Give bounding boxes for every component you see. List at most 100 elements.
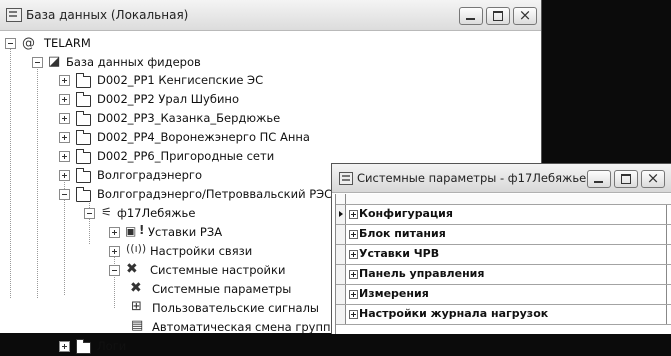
sub-window-title: Системные параметры - ф17Лебяжье [357, 171, 587, 185]
expand-icon[interactable] [59, 113, 70, 124]
tree-node-system-params[interactable]: ✖ Системные параметры [0, 280, 330, 299]
row-label: Блок питания [359, 227, 446, 240]
row-label: Измерения [359, 287, 429, 300]
expand-icon[interactable] [349, 230, 358, 239]
tree-label: D002_PP2 Урал Шубино [97, 92, 239, 106]
grid-row[interactable]: Панель управления [336, 265, 671, 285]
folder-icon [76, 187, 91, 202]
row-selector[interactable] [336, 265, 346, 284]
folder-icon [76, 149, 91, 164]
tree-node-child[interactable]: ((ı)) Настройки связи [0, 242, 330, 261]
collapse-icon[interactable] [59, 189, 70, 200]
tree-label: TELARM [44, 36, 91, 50]
tools-icon: ✖ [130, 280, 142, 296]
feeder-icon: ⚟ [101, 205, 112, 219]
window-controls [459, 6, 537, 25]
row-selector[interactable] [336, 225, 346, 244]
window-title: База данных (Локальная) [26, 8, 189, 22]
expand-icon[interactable] [59, 170, 70, 181]
tree-label: ф17Лебяжье [117, 206, 196, 220]
tree-node-feeder[interactable]: D002_PP1 Кенгисепские ЭС [0, 71, 330, 90]
minimize-button[interactable] [459, 7, 483, 25]
expand-icon[interactable] [349, 310, 358, 319]
expand-icon[interactable] [59, 341, 70, 352]
row-selector[interactable] [336, 285, 346, 304]
tree-label: Системные настройки [150, 263, 286, 277]
expand-icon[interactable] [59, 94, 70, 105]
collapse-icon[interactable] [84, 208, 95, 219]
tree-node-feeder[interactable]: D002_PP6_Пригородные сети [0, 147, 330, 166]
expand-icon[interactable] [349, 250, 358, 259]
settings-rza-icon: ▣ [125, 224, 137, 238]
tree-node-feeder[interactable]: D002_PP3_Казанка_Бердюжье [0, 109, 330, 128]
sub-window-controls [587, 169, 665, 188]
expand-icon[interactable] [109, 246, 120, 257]
row-selector[interactable] [336, 305, 346, 324]
collapse-icon[interactable] [109, 265, 120, 276]
folder-icon [76, 168, 91, 183]
row-selector[interactable] [336, 245, 346, 264]
tree-label: База данных фидеров [66, 55, 201, 69]
tree-label: Автоматическая смена групп РЗА [152, 320, 357, 334]
tree-node-root[interactable]: @ TELARM [0, 34, 300, 53]
close-button[interactable] [513, 6, 537, 25]
expand-icon[interactable] [349, 290, 358, 299]
row-label: Панель управления [359, 267, 485, 280]
grid-row[interactable]: Настройки журнала нагрузок [336, 305, 671, 325]
database-icon: ◪ [48, 54, 61, 69]
expand-icon[interactable] [59, 151, 70, 162]
tree-label: D002_PP6_Пригородные сети [97, 149, 275, 163]
telarm-icon: @ [22, 36, 35, 51]
expand-icon[interactable] [349, 210, 358, 219]
tree-label: Логи [97, 339, 127, 353]
expand-icon[interactable] [109, 227, 120, 238]
folder-icon [76, 92, 91, 107]
close-button[interactable] [641, 169, 665, 188]
tree-node-child[interactable]: ▣ ! Уставки РЗА [0, 223, 330, 242]
tree-label: Волгоградэнерго/Петроввальский РЭС [97, 187, 333, 201]
tree-node-feeder[interactable]: Волгоградэнерго [0, 166, 330, 185]
tree-node-logs[interactable]: Логи [0, 337, 200, 356]
expand-icon[interactable] [349, 270, 358, 279]
folder-icon [76, 130, 91, 145]
database-window-icon [6, 8, 22, 22]
grid-row[interactable]: Конфигурация [336, 204, 671, 225]
tree-node-feeder[interactable]: D002_PP2 Урал Шубино [0, 90, 330, 109]
expand-icon[interactable] [59, 75, 70, 86]
tree-label: Настройки связи [150, 244, 253, 258]
warning-icon: ! [139, 223, 145, 237]
row-label: Конфигурация [359, 207, 453, 220]
tree-node-auto-switch[interactable]: ▤ Автоматическая смена групп РЗА [0, 318, 356, 337]
signals-icon: ⊞ [131, 299, 142, 314]
tree-node-database[interactable]: ◪ База данных фидеров [0, 53, 300, 72]
minimize-button[interactable] [587, 170, 611, 188]
maximize-button[interactable] [486, 7, 510, 25]
tree-label: D002_PP3_Казанка_Бердюжье [97, 111, 281, 125]
tree-label: Пользовательские сигналы [152, 301, 319, 315]
system-params-window: Системные параметры - ф17Лебяжье Конфигу… [331, 163, 671, 334]
tree-node-feeder[interactable]: Волгоградэнерго/Петроввальский РЭС [0, 185, 333, 204]
grid-row[interactable]: Блок питания [336, 225, 671, 245]
tree-node-feeder-item[interactable]: ⚟ ф17Лебяжье [0, 204, 330, 223]
collapse-icon[interactable] [32, 57, 43, 68]
tree-label: Волгоградэнерго [97, 168, 202, 182]
tools-icon: ✖ [126, 261, 138, 277]
params-grid[interactable]: Конфигурация Блок питания Уставки ЧРВ Па… [335, 194, 671, 334]
antenna-icon: ((ı)) [126, 242, 147, 255]
row-label: Уставки ЧРВ [359, 247, 440, 260]
tree-node-child[interactable]: ✖ Системные настройки [0, 261, 330, 280]
expand-icon[interactable] [59, 132, 70, 143]
grid-row[interactable]: Уставки ЧРВ [336, 245, 671, 265]
tree-label: D002_PP4_Воронежэнерго ПС Анна [97, 130, 310, 144]
maximize-button[interactable] [614, 170, 638, 188]
collapse-icon[interactable] [5, 38, 16, 49]
folder-icon [76, 111, 91, 126]
tree-node-user-signals[interactable]: ⊞ Пользовательские сигналы [0, 299, 330, 318]
tree-label: Уставки РЗА [148, 225, 223, 239]
main-titlebar: База данных (Локальная) [0, 0, 541, 31]
folder-icon [76, 339, 91, 354]
row-selector[interactable] [336, 205, 346, 224]
grid-row[interactable]: Измерения [336, 285, 671, 305]
row-label: Настройки журнала нагрузок [359, 307, 549, 320]
tree-node-feeder[interactable]: D002_PP4_Воронежэнерго ПС Анна [0, 128, 330, 147]
